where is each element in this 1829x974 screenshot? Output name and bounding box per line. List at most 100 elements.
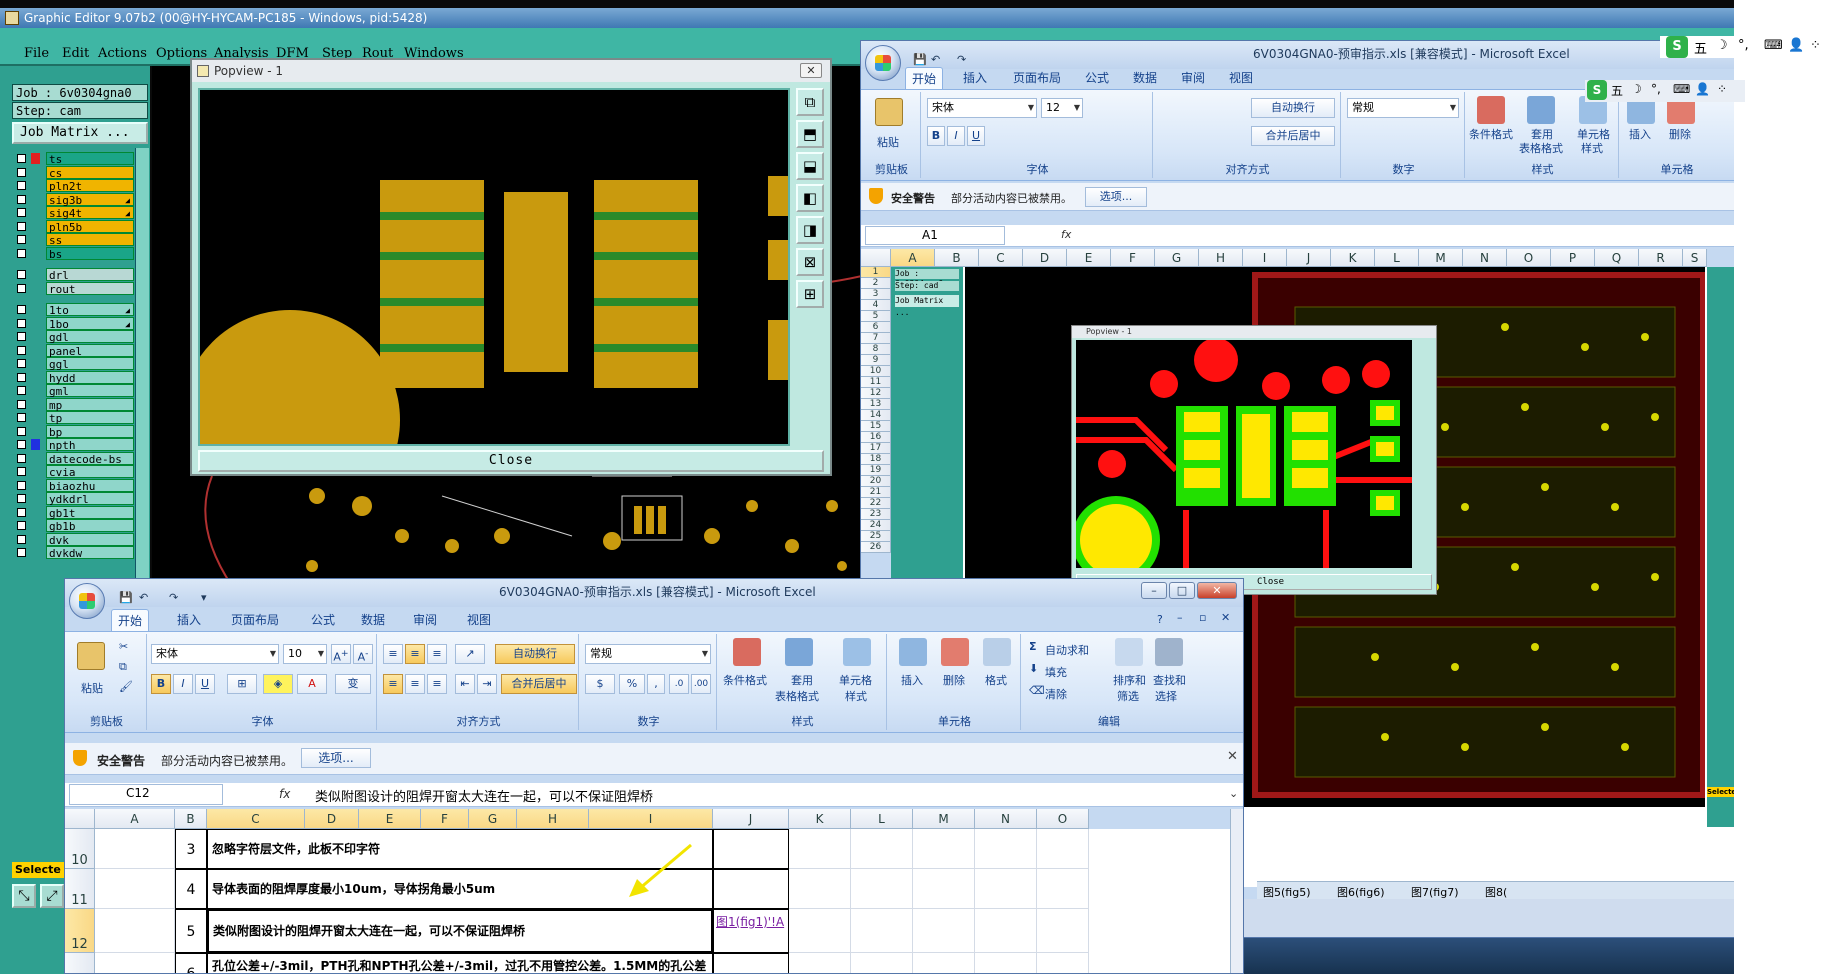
column-header[interactable]: L xyxy=(1375,249,1419,267)
column-header[interactable]: N xyxy=(975,809,1037,829)
row-header[interactable]: 26 xyxy=(861,542,891,553)
layer-row[interactable]: 1to ◢ xyxy=(12,303,136,317)
layer-row[interactable]: sig3b ◢ xyxy=(12,192,136,207)
layer-row[interactable]: gb1t xyxy=(12,505,136,520)
layer-row[interactable]: gdl xyxy=(12,330,136,344)
cell-empty[interactable] xyxy=(851,953,913,973)
zoom-in-icon[interactable]: ⬒ xyxy=(796,120,824,148)
column-header[interactable]: S xyxy=(1683,249,1707,267)
cell-index[interactable]: 4 xyxy=(175,869,207,909)
layer-checkbox[interactable] xyxy=(17,235,26,244)
column-header[interactable]: A xyxy=(891,249,935,267)
row-header[interactable]: 24 xyxy=(861,520,891,531)
row-header[interactable]: 25 xyxy=(861,531,891,542)
sheet-tab[interactable]: 图8( xyxy=(1485,884,1507,900)
layer-name[interactable]: 1to ◢ xyxy=(46,303,134,317)
select-all-corner[interactable] xyxy=(861,249,891,267)
row-header[interactable]: 16 xyxy=(861,432,891,443)
ime-moon-icon[interactable]: ☽ xyxy=(1631,82,1642,96)
ime-keyboard-icon[interactable]: ⌨ xyxy=(1764,38,1783,53)
layer-row[interactable]: gml xyxy=(12,384,136,398)
save-icon[interactable]: 💾 xyxy=(119,585,133,611)
borders-icon[interactable]: ⊞ xyxy=(227,674,257,694)
column-header[interactable]: J xyxy=(1287,249,1331,267)
row-header[interactable]: 14 xyxy=(861,410,891,421)
redo-icon[interactable]: ↷ xyxy=(169,585,178,611)
column-header[interactable]: C xyxy=(207,809,305,829)
ime-punct-icon[interactable]: °, xyxy=(1651,82,1661,96)
ime-moon-icon[interactable]: ☽ xyxy=(1716,38,1728,53)
bold-button[interactable]: B xyxy=(927,126,945,146)
row-header[interactable]: 9 xyxy=(861,355,891,366)
layer-checkbox[interactable] xyxy=(17,372,26,382)
tab-data[interactable]: 数据 xyxy=(1127,67,1163,89)
layer-checkbox[interactable] xyxy=(17,399,26,409)
layer-name[interactable]: dvk xyxy=(46,532,134,547)
percent-icon[interactable]: % xyxy=(619,674,645,694)
layer-name[interactable]: datecode-bs xyxy=(46,451,134,466)
cell-empty[interactable] xyxy=(1037,869,1089,909)
tab-view[interactable]: 视图 xyxy=(1223,67,1259,89)
layer-name[interactable]: drl xyxy=(46,268,134,282)
layer-name[interactable]: ts xyxy=(46,152,134,166)
layer-row[interactable]: sig4t ◢ xyxy=(12,206,136,220)
fill-button[interactable]: 填充 xyxy=(1045,664,1067,680)
sheet-tab[interactable]: 图5(fig5) xyxy=(1263,884,1311,900)
column-header[interactable]: O xyxy=(1037,809,1089,829)
layer-row[interactable]: ts xyxy=(12,152,136,166)
cell-empty[interactable] xyxy=(851,829,913,869)
sheet-tab[interactable]: 图6(fig6) xyxy=(1337,884,1385,900)
layer-row[interactable]: pln2t xyxy=(12,179,136,193)
ime-grid-icon[interactable]: ⁘ xyxy=(1810,38,1821,53)
layer-name[interactable]: panel xyxy=(46,343,134,358)
number-format-box[interactable]: 常规 ▼ xyxy=(1347,98,1459,118)
tab-review[interactable]: 审阅 xyxy=(407,609,443,631)
font-name-box[interactable]: 宋体 ▼ xyxy=(927,98,1037,118)
format-painter-icon[interactable]: 🖌 xyxy=(119,680,133,693)
cut-icon[interactable]: ✂ xyxy=(119,640,128,653)
font-size-box[interactable]: 12 ▼ xyxy=(1041,98,1083,118)
layer-checkbox[interactable] xyxy=(17,534,26,544)
cell-empty[interactable] xyxy=(789,909,851,953)
row-header[interactable]: 23 xyxy=(861,509,891,520)
row-header[interactable]: 5 xyxy=(861,311,891,322)
layer-name[interactable]: 1bo ◢ xyxy=(46,316,134,331)
column-header[interactable]: R xyxy=(1639,249,1683,267)
layer-name[interactable]: ss xyxy=(46,233,134,247)
decrease-indent-icon[interactable]: ⇤ xyxy=(455,674,475,694)
layer-checkbox[interactable] xyxy=(17,345,26,355)
layer-checkbox[interactable] xyxy=(17,305,26,314)
tab-review[interactable]: 审阅 xyxy=(1175,67,1211,89)
layer-checkbox[interactable] xyxy=(17,386,26,395)
merge-center-button[interactable]: 合并后居中 xyxy=(1251,126,1335,146)
popview-viewport[interactable] xyxy=(198,88,790,446)
layer-row[interactable]: biaozhu xyxy=(12,478,136,493)
italic-button[interactable]: I xyxy=(173,674,193,694)
cell-empty[interactable] xyxy=(851,869,913,909)
paste-icon[interactable] xyxy=(875,98,903,126)
job-matrix-button[interactable]: Job Matrix ... xyxy=(12,122,148,144)
column-header[interactable]: I xyxy=(589,809,713,829)
comma-icon[interactable]: , xyxy=(647,674,665,694)
bold-button[interactable]: B xyxy=(151,674,171,694)
column-header[interactable]: L xyxy=(851,809,913,829)
underline-button[interactable]: U xyxy=(967,126,985,146)
column-header[interactable]: P xyxy=(1551,249,1595,267)
cell-index[interactable]: 3 xyxy=(175,829,207,869)
row-header[interactable]: 3 xyxy=(861,289,891,300)
column-header[interactable]: D xyxy=(305,809,359,829)
conditional-format-icon[interactable] xyxy=(733,638,761,666)
layer-checkbox[interactable] xyxy=(17,426,26,436)
cell-a[interactable] xyxy=(95,829,175,869)
layer-row[interactable]: hydd xyxy=(12,370,136,385)
layer-checkbox[interactable] xyxy=(17,194,26,204)
layer-checkbox[interactable] xyxy=(17,283,26,293)
tab-insert[interactable]: 插入 xyxy=(171,609,207,631)
layer-checkbox[interactable] xyxy=(17,453,26,463)
italic-button[interactable]: I xyxy=(947,126,965,146)
fit-view-icon[interactable]: ⧉ xyxy=(796,88,824,116)
cell-requirement-text[interactable]: 孔位公差+/-3mil，PTH孔和NPTH孔公差+/-3mil，过孔不用管控公差… xyxy=(207,953,713,973)
align-left-icon[interactable]: ≡ xyxy=(383,674,403,694)
binoculars-icon[interactable] xyxy=(1155,638,1183,666)
layer-row[interactable]: cs xyxy=(12,165,136,180)
